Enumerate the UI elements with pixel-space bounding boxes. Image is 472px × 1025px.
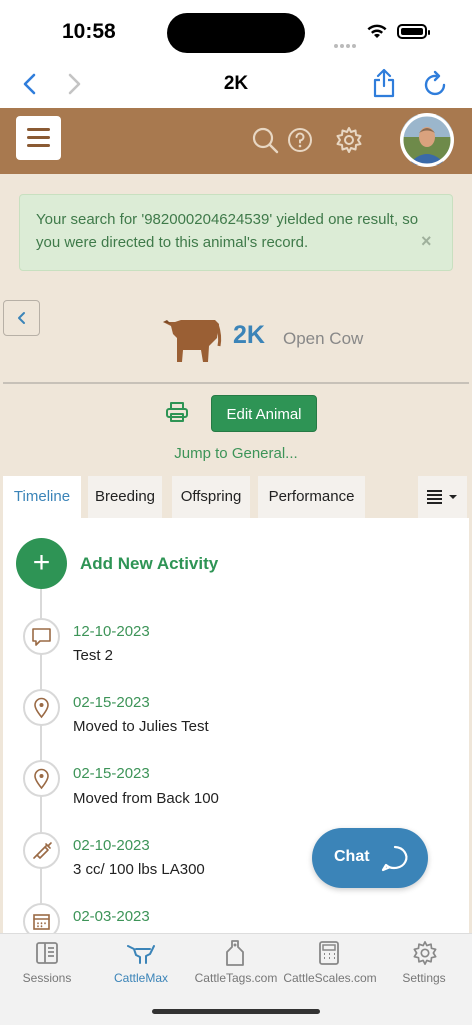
alert-message: Your search for '982000204624539' yielde… [36,211,419,251]
page-title: 2K [223,73,249,94]
home-indicator [152,1009,320,1014]
comment-icon [23,618,60,655]
share-icon[interactable] [372,68,396,98]
tab-timeline[interactable]: Timeline [3,476,81,518]
reload-icon[interactable] [423,70,449,98]
activity-description[interactable]: Moved to Julies Test [73,718,209,735]
activity-date: 02-10-2023 [73,837,150,854]
chat-bubble-icon [381,845,408,872]
activity-description[interactable]: Moved from Back 100 [73,790,219,807]
chat-label: Chat [334,848,370,865]
bottom-tab-label: Sessions [22,971,72,985]
sessions-icon [36,942,58,964]
animal-id: 2K [233,321,265,349]
bottom-tab-label: CattleMax [113,971,169,985]
chat-button[interactable]: Chat [312,828,428,888]
cellular-signal-icon [334,35,360,48]
dynamic-island [167,13,305,53]
jump-to-general-link[interactable]: Jump to General... [0,445,472,462]
back-button[interactable] [3,300,40,336]
tab-overflow-menu[interactable] [418,476,467,518]
divider [3,382,469,384]
wifi-icon [367,24,387,38]
location-pin-icon [23,689,60,726]
bottom-tab-label: CattleTags.com [194,971,278,985]
location-pin-icon [23,760,60,797]
gear-icon[interactable] [335,126,363,154]
syringe-icon [23,832,60,869]
cow-icon [163,320,222,362]
scale-icon [319,941,339,965]
print-icon[interactable] [165,401,189,423]
animal-type: Open Cow [283,329,364,348]
bottom-tab-label: CattleScales.com [283,971,377,985]
tag-icon [226,940,244,966]
hamburger-menu-button[interactable] [16,116,61,160]
tab-breeding[interactable]: Breeding [88,476,162,518]
add-activity-label[interactable]: Add New Activity [80,554,218,574]
status-time: 10:58 [62,20,116,43]
gear-icon [413,941,437,965]
help-icon[interactable] [287,127,313,153]
activity-description[interactable]: Test 2 [73,647,113,664]
battery-icon [397,24,430,39]
edit-animal-button[interactable]: Edit Animal [211,395,317,432]
tab-offspring[interactable]: Offspring [172,476,250,518]
list-dropdown-icon [427,490,457,504]
activity-description[interactable]: 3 cc/ 100 lbs LA300 [73,861,205,878]
activity-date: 02-15-2023 [73,765,150,782]
activity-date: 02-03-2023 [73,908,150,925]
cattlemax-icon [127,945,155,964]
add-activity-button[interactable]: + [16,538,67,589]
alert-close-button[interactable]: × [421,231,432,252]
activity-date: 12-10-2023 [73,623,150,640]
bottom-tab-label: Settings [402,971,446,985]
search-icon[interactable] [251,126,279,154]
user-avatar[interactable] [400,113,454,167]
chevron-left-icon [18,312,25,324]
activity-date: 02-15-2023 [73,694,150,711]
tab-performance[interactable]: Performance [258,476,365,518]
